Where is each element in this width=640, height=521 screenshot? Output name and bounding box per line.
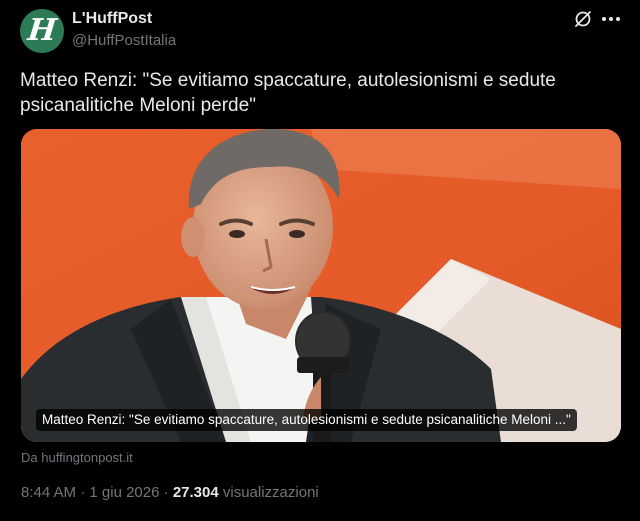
avatar-logo-letter: H	[26, 13, 59, 48]
tweet-meta: 8:44 AM · 1 giu 2026 · 27.304 visualizza…	[21, 484, 319, 501]
views-count: 27.304	[172, 484, 219, 501]
grok-icon	[575, 11, 591, 27]
card-caption: Matteo Renzi: "Se evitiamo spaccature, a…	[36, 409, 577, 431]
tweet-text: Matteo Renzi: "Se evitiamo spaccature, a…	[20, 70, 556, 116]
more-icon	[602, 17, 620, 21]
link-card[interactable]: Matteo Renzi: "Se evitiamo spaccature, a…	[21, 129, 621, 442]
author-display-name[interactable]: L'HuffPost	[72, 10, 152, 28]
meta-separator: ·	[80, 484, 86, 501]
grok-button[interactable]	[572, 8, 594, 30]
card-source-link[interactable]: Da huffingtonpost.it	[21, 450, 133, 465]
author-handle[interactable]: @HuffPostItalia	[72, 32, 176, 49]
avatar[interactable]: H	[20, 9, 64, 53]
more-options-button[interactable]	[598, 8, 624, 30]
card-image	[21, 129, 621, 442]
tweet-date[interactable]: 1 giu 2026	[89, 484, 159, 501]
meta-separator: ·	[163, 484, 169, 501]
views-label: visualizzazioni	[222, 484, 319, 501]
tweet-time[interactable]: 8:44 AM	[21, 484, 76, 501]
